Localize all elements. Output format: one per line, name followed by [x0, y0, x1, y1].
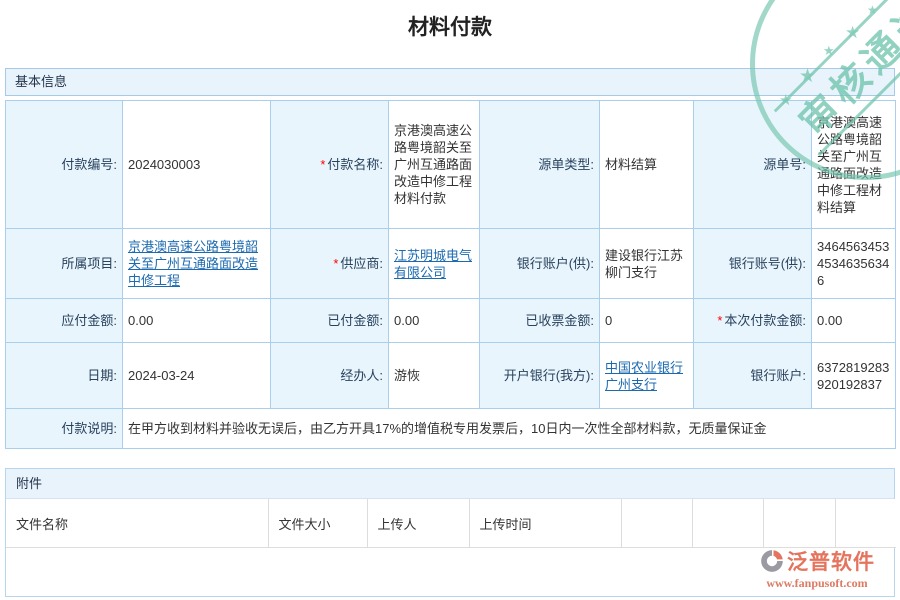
- table-row: 日期: 2024-03-24 经办人: 游恢 开户银行(我方): 中国农业银行广…: [6, 343, 896, 409]
- fanpu-logo-url: www.fanpusoft.com: [738, 576, 896, 591]
- our-bank-label: 开户银行(我方):: [480, 343, 600, 409]
- payment-no-label: 付款编号:: [6, 101, 123, 229]
- supplier-link[interactable]: 江苏明城电气有限公司: [394, 248, 472, 280]
- handler-value: 游恢: [389, 343, 480, 409]
- handler-label: 经办人:: [271, 343, 389, 409]
- source-type-label: 源单类型:: [480, 101, 600, 229]
- supplier-bank-value: 建设银行江苏柳门支行: [600, 229, 694, 299]
- project-value: 京港澳高速公路粤境韶关至广州互通路面改造中修工程: [123, 229, 271, 299]
- payable-label: 应付金额:: [6, 299, 123, 343]
- remark-label: 付款说明:: [6, 409, 123, 449]
- fanpu-logo: 泛普软件 www.fanpusoft.com: [738, 546, 896, 591]
- project-link[interactable]: 京港澳高速公路粤境韶关至广州互通路面改造中修工程: [128, 239, 258, 288]
- table-row: 所属项目: 京港澳高速公路粤境韶关至广州互通路面改造中修工程 *供应商: 江苏明…: [6, 229, 896, 299]
- stamp-band: 审核通过: [750, 0, 900, 180]
- remark-value: 在甲方收到材料并验收无误后，由乙方开具17%的增值税专用发票后，10日内一次性全…: [123, 409, 896, 449]
- invoiced-value: 0: [600, 299, 694, 343]
- supplier-bank-label: 银行账户(供):: [480, 229, 600, 299]
- file-name-column-header: 文件名称: [6, 499, 268, 548]
- attachments-section-header: 附件: [6, 469, 894, 499]
- empty-column-header: [692, 499, 763, 548]
- fanpu-logo-icon: [759, 548, 785, 574]
- our-bank-value: 中国农业银行广州支行: [600, 343, 694, 409]
- file-size-column-header: 文件大小: [268, 499, 367, 548]
- attachments-header-row: 文件名称 文件大小 上传人 上传时间: [6, 499, 896, 548]
- payable-value: 0.00: [123, 299, 271, 343]
- paid-label: 已付金额:: [271, 299, 389, 343]
- our-account-value: 6372819283920192837: [812, 343, 896, 409]
- invoiced-label: 已收票金额:: [480, 299, 600, 343]
- empty-column-header: [621, 499, 692, 548]
- supplier-account-label: 银行账号(供):: [694, 229, 812, 299]
- supplier-account-value: 346456345345346356346: [812, 229, 896, 299]
- required-marker: *: [320, 157, 325, 172]
- our-account-label: 银行账户:: [694, 343, 812, 409]
- table-row: 应付金额: 0.00 已付金额: 0.00 已收票金额: 0 *本次付款金额: …: [6, 299, 896, 343]
- supplier-value: 江苏明城电气有限公司: [389, 229, 480, 299]
- date-label: 日期:: [6, 343, 123, 409]
- table-row: 付款说明: 在甲方收到材料并验收无误后，由乙方开具17%的增值税专用发票后，10…: [6, 409, 896, 449]
- date-value: 2024-03-24: [123, 343, 271, 409]
- approval-stamp: ★ ★ ★ ★ ★ 审核通过: [750, 0, 900, 180]
- current-payment-label: *本次付款金额:: [694, 299, 812, 343]
- supplier-label: *供应商:: [271, 229, 389, 299]
- required-marker: *: [333, 256, 338, 271]
- empty-column-header: [835, 499, 896, 548]
- uploader-column-header: 上传人: [367, 499, 469, 548]
- stamp-text: 审核通过: [774, 0, 900, 156]
- empty-column-header: [763, 499, 835, 548]
- attachments-table: 文件名称 文件大小 上传人 上传时间: [6, 499, 896, 548]
- payment-name-label: *付款名称:: [271, 101, 389, 229]
- fanpu-logo-text: 泛普软件: [787, 546, 875, 576]
- source-type-value: 材料结算: [600, 101, 694, 229]
- payment-name-value: 京港澳高速公路粤境韶关至广州互通路面改造中修工程材料付款: [389, 101, 480, 229]
- current-payment-value: 0.00: [812, 299, 896, 343]
- paid-value: 0.00: [389, 299, 480, 343]
- upload-time-column-header: 上传时间: [469, 499, 621, 548]
- project-label: 所属项目:: [6, 229, 123, 299]
- our-bank-link[interactable]: 中国农业银行广州支行: [605, 360, 683, 392]
- required-marker: *: [717, 313, 722, 328]
- payment-no-value: 2024030003: [123, 101, 271, 229]
